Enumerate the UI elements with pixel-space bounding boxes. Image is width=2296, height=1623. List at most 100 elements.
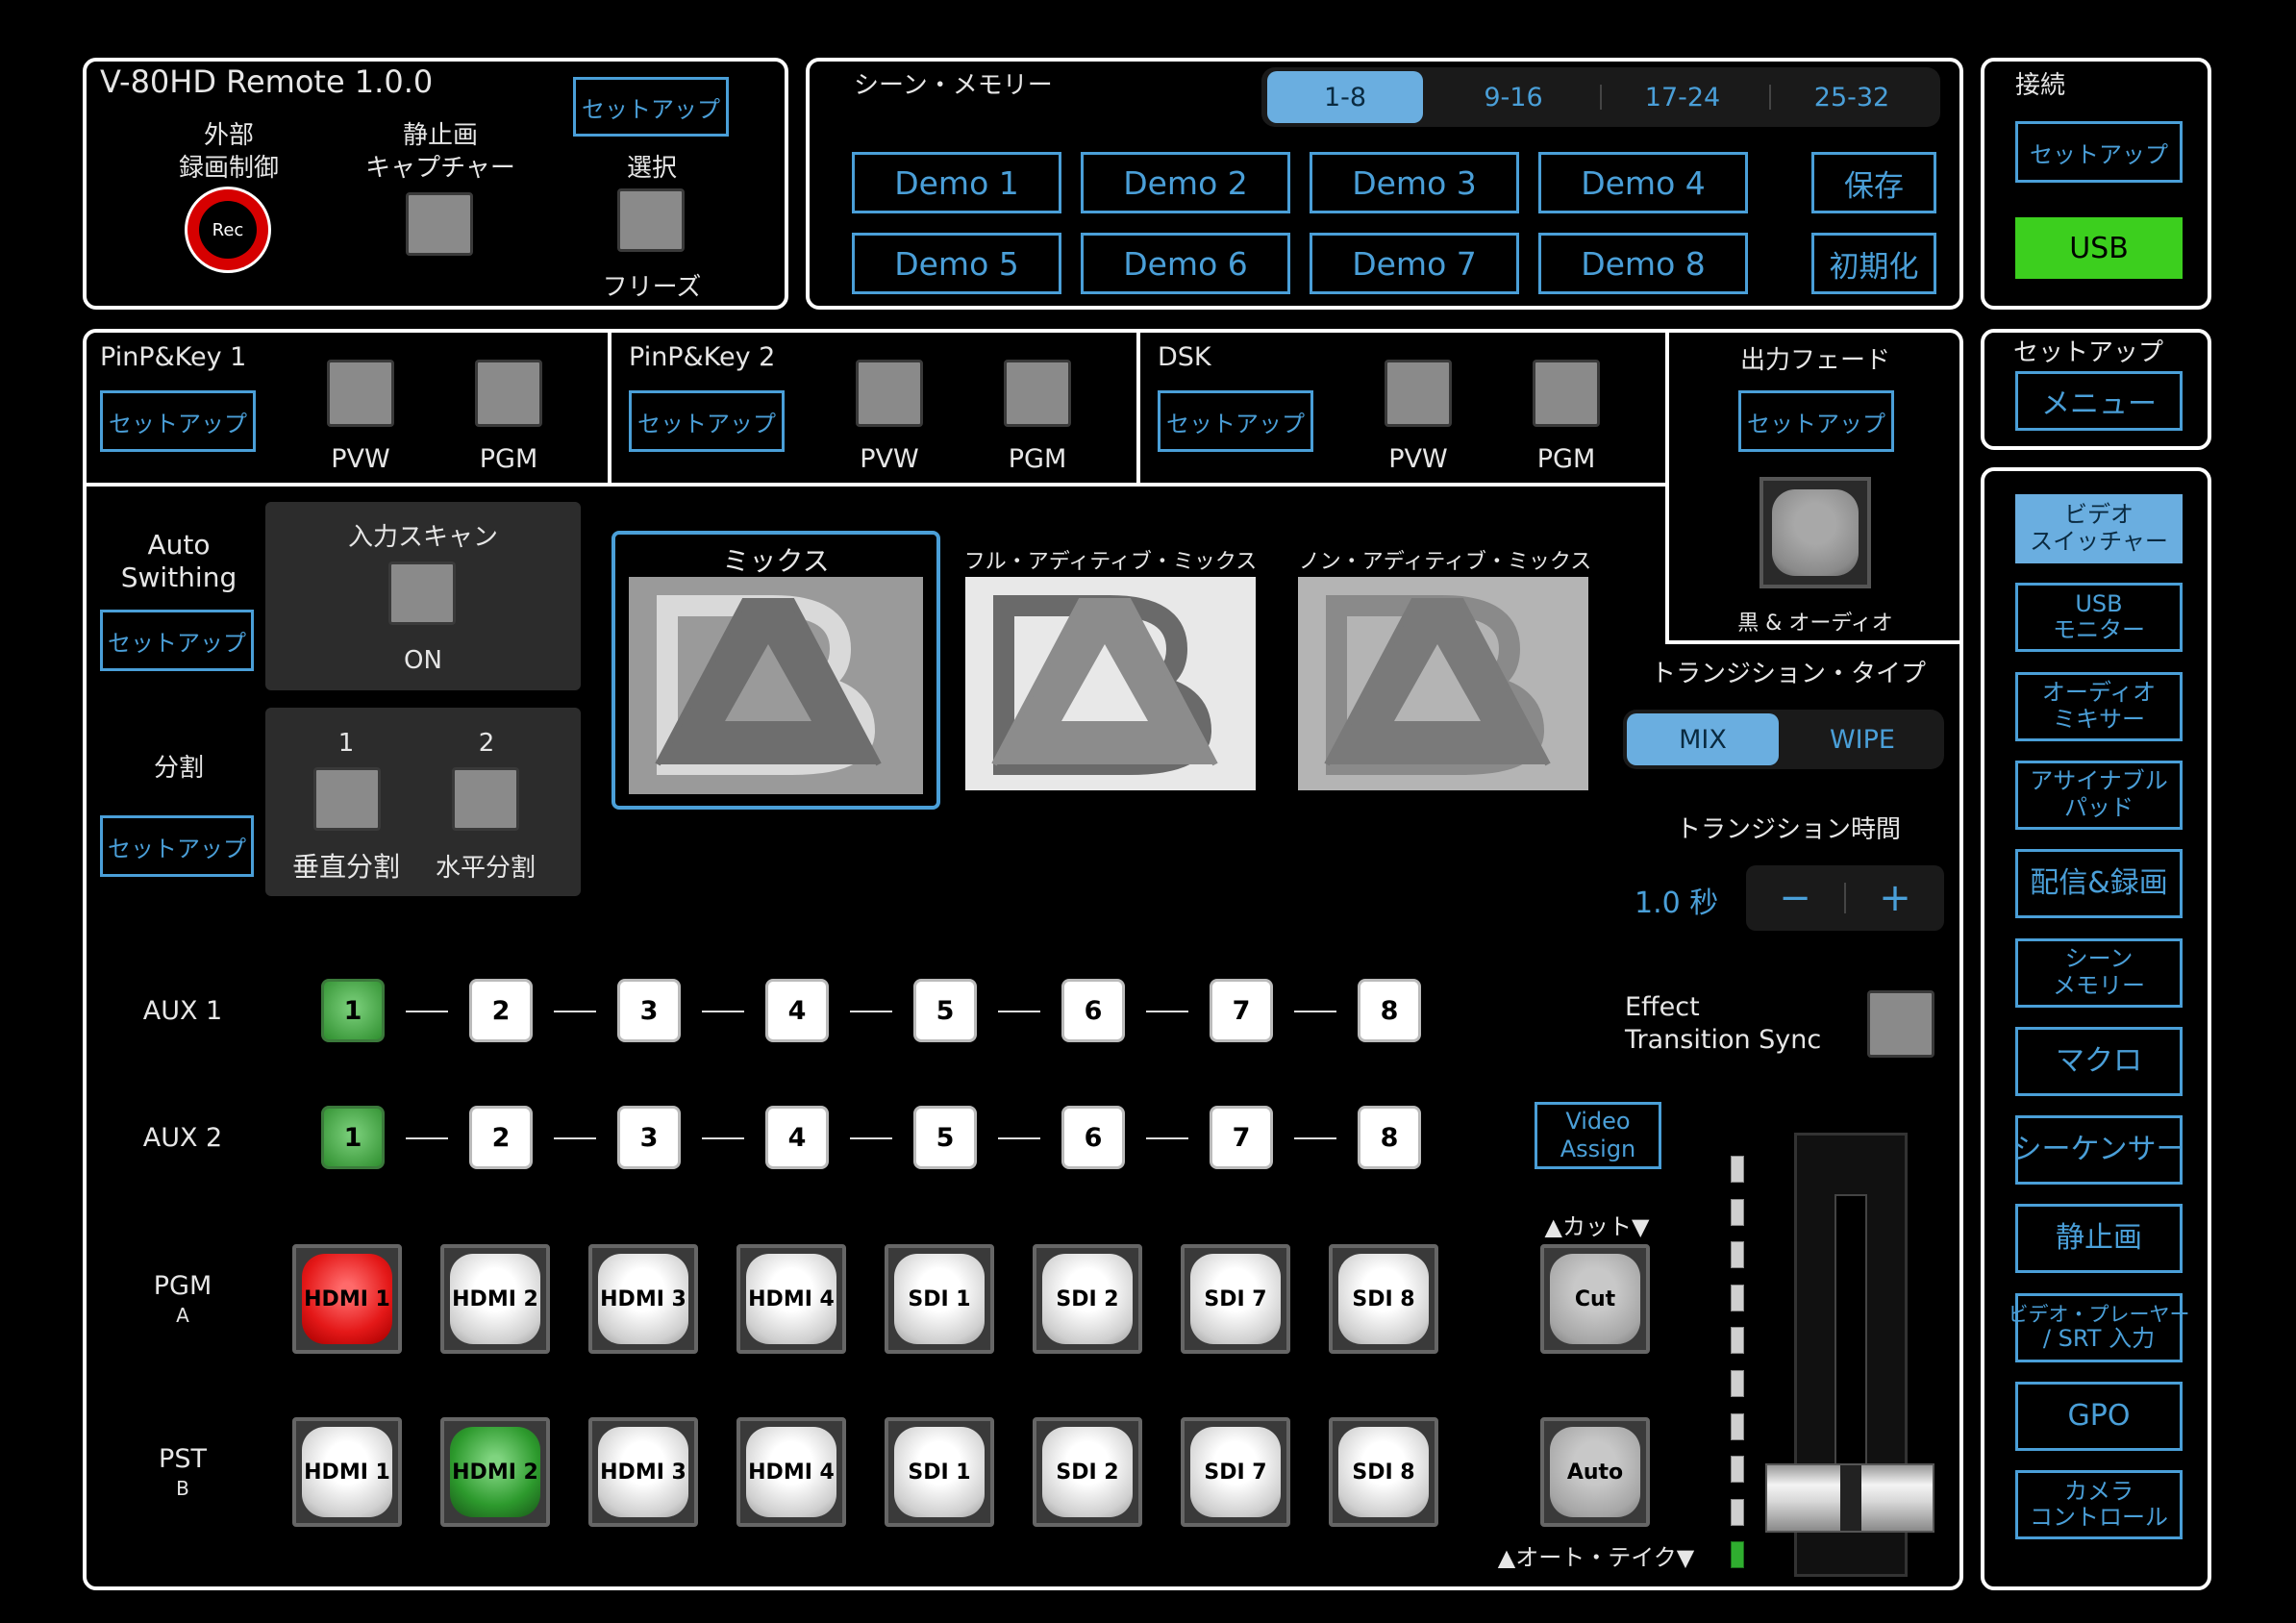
transition-time-stepper: − + — [1746, 865, 1944, 931]
split-vertical-button[interactable] — [313, 767, 381, 831]
transition-mix-button[interactable]: MIX — [1627, 713, 1779, 765]
auto-button[interactable]: Auto — [1540, 1417, 1650, 1527]
aux2-button-7[interactable]: 7 — [1210, 1106, 1273, 1169]
aux2-button-6[interactable]: 6 — [1061, 1106, 1125, 1169]
pgm-input-sdi-1[interactable]: SDI 1 — [885, 1244, 994, 1354]
pst-input-sdi-7[interactable]: SDI 7 — [1181, 1417, 1290, 1527]
scene-button-demo-4[interactable]: Demo 4 — [1538, 152, 1748, 213]
pgm-input-hdmi-1[interactable]: HDMI 1 — [292, 1244, 402, 1354]
pst-input-sdi-1[interactable]: SDI 1 — [885, 1417, 994, 1527]
aux-connector-line — [406, 1011, 448, 1012]
pgm-row-sublabel: A — [176, 1304, 189, 1327]
aux2-button-5[interactable]: 5 — [913, 1106, 977, 1169]
split-setup-button[interactable]: セットアップ — [100, 815, 254, 877]
aux1-button-7[interactable]: 7 — [1210, 979, 1273, 1042]
key-pvw-button-pinp-key-1[interactable] — [327, 360, 394, 427]
still-capture-button[interactable] — [406, 192, 473, 256]
aux2-button-8[interactable]: 8 — [1358, 1106, 1421, 1169]
aux1-button-5[interactable]: 5 — [913, 979, 977, 1042]
key-title-pinp-key-2: PinP&Key 2 — [629, 342, 776, 372]
scene-button-demo-7[interactable]: Demo 7 — [1310, 233, 1519, 294]
aux2-button-3[interactable]: 3 — [617, 1106, 681, 1169]
side-menu-item-0[interactable]: ビデオ スイッチャー — [2015, 494, 2183, 563]
scene-button-demo-6[interactable]: Demo 6 — [1081, 233, 1290, 294]
pst-input-hdmi-1[interactable]: HDMI 1 — [292, 1417, 402, 1527]
aux1-button-6[interactable]: 6 — [1061, 979, 1125, 1042]
side-menu-item-8[interactable]: 静止画 — [2015, 1204, 2183, 1274]
aux2-button-2[interactable]: 2 — [469, 1106, 533, 1169]
pgm-input-sdi-7[interactable]: SDI 7 — [1181, 1244, 1290, 1354]
transition-time-minus[interactable]: − — [1746, 865, 1844, 931]
aux1-button-2[interactable]: 2 — [469, 979, 533, 1042]
scene-button-demo-2[interactable]: Demo 2 — [1081, 152, 1290, 213]
side-menu-item-1[interactable]: USB モニター — [2015, 583, 2183, 653]
scene-bank-17-24[interactable]: 17-24 — [1602, 71, 1763, 123]
side-menu-item-5[interactable]: シーン メモリー — [2015, 937, 2183, 1008]
side-menu-item-11[interactable]: カメラ コントロール — [2015, 1470, 2183, 1540]
mix-type-non-additive-preview[interactable] — [1298, 577, 1588, 790]
side-menu-item-7[interactable]: シーケンサー — [2012, 1115, 2185, 1186]
pgm-input-sdi-2[interactable]: SDI 2 — [1033, 1244, 1142, 1354]
side-menu-item-10[interactable]: GPO — [2015, 1382, 2183, 1451]
effect-sync-button[interactable] — [1867, 990, 1934, 1058]
pst-input-hdmi-2[interactable]: HDMI 2 — [440, 1417, 550, 1527]
tbar-handle[interactable] — [1765, 1463, 1934, 1533]
scene-button-demo-8[interactable]: Demo 8 — [1538, 233, 1748, 294]
freeze-button[interactable] — [617, 188, 685, 252]
scene-button-demo-5[interactable]: Demo 5 — [852, 233, 1061, 294]
aux1-button-4[interactable]: 4 — [765, 979, 829, 1042]
aux1-button-8[interactable]: 8 — [1358, 979, 1421, 1042]
scene-bank-25-32[interactable]: 25-32 — [1771, 71, 1933, 123]
pst-input-sdi-8[interactable]: SDI 8 — [1329, 1417, 1438, 1527]
key-pgm-button-pinp-key-2[interactable] — [1004, 360, 1071, 427]
side-menu-item-2[interactable]: オーディオ ミキサー — [2015, 671, 2183, 741]
key-setup-button-pinp-key-2[interactable]: セットアップ — [629, 390, 785, 452]
side-menu-item-9[interactable]: ビデオ・プレーヤー / SRT 入力 — [2009, 1292, 2190, 1362]
auto-switching-setup-button[interactable]: セットアップ — [100, 610, 254, 671]
aux2-button-4[interactable]: 4 — [765, 1106, 829, 1169]
scene-button-demo-3[interactable]: Demo 3 — [1310, 152, 1519, 213]
aux1-button-3[interactable]: 3 — [617, 979, 681, 1042]
key-pgm-button-pinp-key-1[interactable] — [475, 360, 542, 427]
pgm-input-hdmi-2[interactable]: HDMI 2 — [440, 1244, 550, 1354]
output-fade-setup-button[interactable]: セットアップ — [1738, 390, 1894, 452]
key-pvw-button-pinp-key-2[interactable] — [856, 360, 923, 427]
pgm-input-hdmi-3[interactable]: HDMI 3 — [588, 1244, 698, 1354]
transition-wipe-button[interactable]: WIPE — [1786, 713, 1938, 765]
aux-connector-line — [998, 1137, 1040, 1139]
aux1-button-1[interactable]: 1 — [321, 979, 385, 1042]
key-pvw-button-dsk[interactable] — [1385, 360, 1452, 427]
pst-input-hdmi-4[interactable]: HDMI 4 — [736, 1417, 846, 1527]
side-menu-item-6[interactable]: マクロ — [2015, 1026, 2183, 1096]
pgm-input-label: SDI 1 — [894, 1254, 985, 1344]
pgm-input-sdi-8[interactable]: SDI 8 — [1329, 1244, 1438, 1354]
scene-bank-9-16[interactable]: 9-16 — [1433, 71, 1594, 123]
transition-level-led — [1731, 1541, 1744, 1569]
pgm-input-hdmi-4[interactable]: HDMI 4 — [736, 1244, 846, 1354]
pst-input-hdmi-3[interactable]: HDMI 3 — [588, 1417, 698, 1527]
setup-menu-button[interactable]: メニュー — [2015, 371, 2183, 431]
transition-time-plus[interactable]: + — [1846, 865, 1944, 931]
output-fade-button[interactable] — [1759, 477, 1871, 588]
video-assign-line1: Video — [1565, 1108, 1631, 1136]
rec-button[interactable]: Rec — [185, 187, 271, 273]
cut-button[interactable]: Cut — [1540, 1244, 1650, 1354]
side-menu-item-4[interactable]: 配信&録画 — [2015, 849, 2183, 919]
scene-button-demo-1[interactable]: Demo 1 — [852, 152, 1061, 213]
top-setup-button[interactable]: セットアップ — [573, 77, 729, 137]
pgm-input-label: HDMI 3 — [598, 1254, 688, 1344]
scene-save-button[interactable]: 保存 — [1811, 152, 1936, 213]
pst-input-sdi-2[interactable]: SDI 2 — [1033, 1417, 1142, 1527]
mix-type-full-additive-preview[interactable] — [965, 577, 1256, 790]
side-menu-item-3[interactable]: アサイナブル パッド — [2015, 760, 2183, 830]
key-setup-button-dsk[interactable]: セットアップ — [1158, 390, 1313, 452]
scene-bank-1-8[interactable]: 1-8 — [1267, 71, 1423, 123]
key-pgm-button-dsk[interactable] — [1533, 360, 1600, 427]
scene-init-button[interactable]: 初期化 — [1811, 233, 1936, 294]
aux2-button-1[interactable]: 1 — [321, 1106, 385, 1169]
video-assign-button[interactable]: Video Assign — [1535, 1102, 1661, 1169]
connection-setup-button[interactable]: セットアップ — [2015, 121, 2183, 183]
input-scan-button[interactable] — [388, 562, 456, 625]
split-horizontal-button[interactable] — [452, 767, 519, 831]
key-setup-button-pinp-key-1[interactable]: セットアップ — [100, 390, 256, 452]
